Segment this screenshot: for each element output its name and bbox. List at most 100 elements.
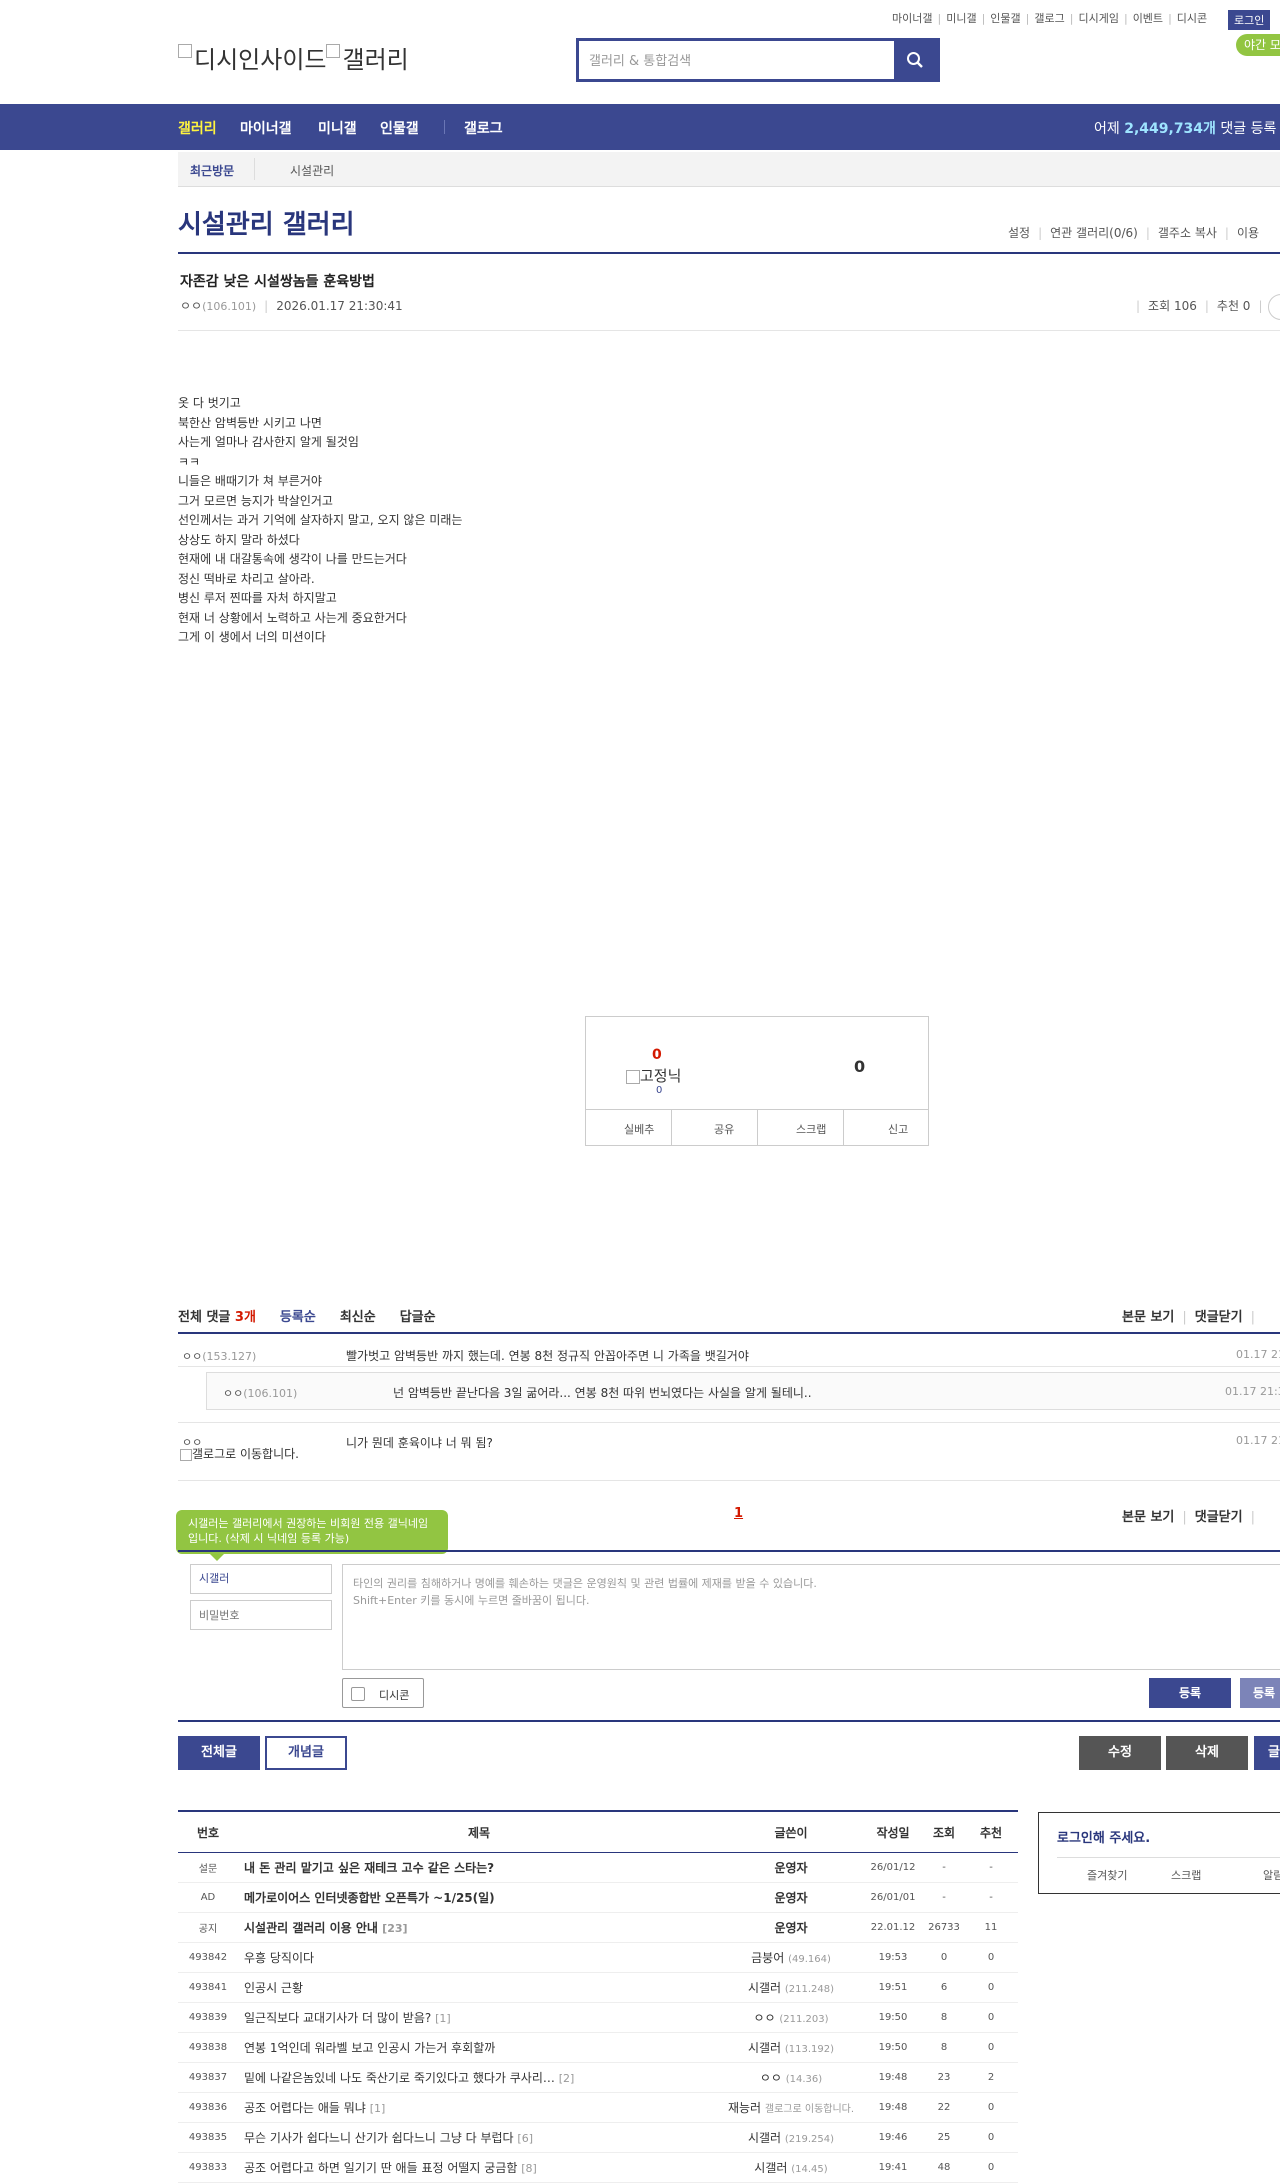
login-button[interactable]: 로그인 [1228, 10, 1271, 30]
comment-author[interactable]: ㅇㅇ(106.101) [223, 1385, 297, 1401]
row-writer[interactable]: 금붕어 (49.164) [720, 1942, 862, 1973]
nav-person[interactable]: 인물갤 [380, 118, 419, 138]
row-writer[interactable]: 재능러 갤로그로 이동합니다. [720, 2092, 862, 2123]
top-link-person[interactable]: 인물갤 [990, 12, 1020, 25]
dccon-icon [351, 1687, 365, 1701]
login-prompt[interactable]: 로그인해 주세요. [1057, 1827, 1150, 1846]
top-link-event[interactable]: 이벤트 [1133, 12, 1163, 25]
row-title[interactable]: 시설관리 갤러리 이용 안내 [23] [238, 1912, 720, 1943]
night-mode-toggle[interactable]: 야간 모 [1236, 34, 1280, 56]
writer-ip: (113.192) [784, 2044, 835, 2055]
upvote-count[interactable]: 0 [652, 1047, 662, 1063]
write-button[interactable]: 글 [1254, 1736, 1280, 1770]
favorites-link[interactable]: 즐겨찾기 [1087, 1867, 1127, 1883]
reply-count: [8] [521, 2162, 537, 2175]
row-writer[interactable]: ㅇㅇ (211.203) [720, 2002, 862, 2033]
row-title[interactable]: 밑에 나같은놈있네 나도 죽산기로 죽기있다고 했다가 쿠사리… [2] [238, 2062, 720, 2093]
related-gallery[interactable]: 연관 갤러리(0/6) [1050, 226, 1138, 240]
row-views: 6 [924, 1972, 964, 2003]
row-recommend: 0 [964, 2002, 1018, 2033]
row-writer[interactable]: 시갤러 (219.254) [720, 2122, 862, 2153]
recent-gallery-link[interactable]: 시설관리 [290, 162, 334, 179]
nav-gallog[interactable]: 갤로그 [464, 118, 503, 138]
nav-minor[interactable]: 마이너갤 [240, 118, 292, 138]
edit-button[interactable]: 수정 [1079, 1736, 1161, 1770]
top-link-gallog[interactable]: 갤로그 [1034, 12, 1064, 25]
row-writer[interactable]: 운영자 [720, 1912, 862, 1943]
site-logo[interactable]: 디시인사이드 갤러리 [178, 40, 409, 75]
comment-controls-bottom: 본문 보기 | 댓글닫기 | [1122, 1510, 1255, 1525]
table-row[interactable]: 493839 일근직보다 교대기사가 더 많이 받음? [1] ㅇㅇ (211.20… [178, 2002, 1018, 2033]
view-body-link[interactable]: 본문 보기 [1122, 1510, 1174, 1525]
row-title[interactable]: 메가로이어스 인터넷종합반 오픈특가 ~1/25(일) [238, 1882, 720, 1913]
row-title[interactable]: 일근직보다 교대기사가 더 많이 받음? [1] [238, 2002, 720, 2033]
table-row[interactable]: 493833 공조 어렵다고 하면 일기기 딴 애들 표정 어떨지 궁금함 [8]… [178, 2152, 1018, 2183]
table-row[interactable]: 493838 연봉 1억인데 워라벨 보고 인공시 가는거 후회할까 시갤러 (1… [178, 2032, 1018, 2063]
table-row[interactable]: AD 메가로이어스 인터넷종합반 오픈특가 ~1/25(일) 운영자 26/01/… [178, 1882, 1018, 1913]
view-body-link[interactable]: 본문 보기 [1122, 1310, 1174, 1325]
scrap-button[interactable]: 스크랩 [796, 1121, 826, 1137]
delete-button[interactable]: 삭제 [1166, 1736, 1248, 1770]
table-row[interactable]: 설문 내 돈 관리 맡기고 싶은 재테크 고수 같은 스타는? 운영자 26/01… [178, 1852, 1018, 1883]
share-button[interactable]: 공유 [714, 1121, 734, 1137]
sort-latest[interactable]: 최신순 [340, 1310, 376, 1325]
row-title[interactable]: 공조 어렵다는 애들 뭐냐 [1] [238, 2092, 720, 2123]
post-author[interactable]: ㅇㅇ [180, 299, 202, 313]
row-writer[interactable]: ㅇㅇ (14.36) [720, 2062, 862, 2093]
nickname-field[interactable]: 시갤러 [190, 1564, 332, 1594]
comment-textarea[interactable]: 타인의 권리를 침해하거나 명예를 훼손하는 댓글은 운영원칙 및 관련 법률에… [342, 1564, 1280, 1670]
table-row[interactable]: 493841 인공시 근황 시갤러 (211.248) 19:51 6 0 [178, 1972, 1018, 2003]
row-title[interactable]: 우흥 당직이다 [238, 1942, 720, 1973]
comment-submit-button[interactable]: 등록 [1149, 1678, 1231, 1708]
downvote-count[interactable]: 0 [854, 1057, 865, 1076]
table-row[interactable]: 493835 무슨 기사가 쉽다느니 산기가 쉽다느니 그냥 다 부럽다 [6] 시… [178, 2122, 1018, 2153]
row-views: 23 [924, 2062, 964, 2093]
recent-label[interactable]: 최근방문 [190, 162, 234, 179]
table-row[interactable]: 공지 시설관리 갤러리 이용 안내 [23] 운영자 22.01.12 26733 11 [178, 1912, 1018, 1943]
divider [178, 1366, 1280, 1367]
nav-gallery[interactable]: 갤러리 [178, 118, 217, 138]
concept-posts-button[interactable]: 개념글 [265, 1736, 347, 1770]
gallery-title[interactable]: 시설관리 갤러리 [178, 204, 355, 241]
copy-address[interactable]: 갤주소 복사 [1158, 226, 1217, 240]
row-writer[interactable]: 시갤러 (211.248) [720, 1972, 862, 2003]
table-row[interactable]: 493836 공조 어렵다는 애들 뭐냐 [1] 재능러 갤로그로 이동합니다. 19… [178, 2092, 1018, 2123]
row-title[interactable]: 무슨 기사가 쉽다느니 산기가 쉽다느니 그냥 다 부럽다 [6] [238, 2122, 720, 2153]
row-title[interactable]: 인공시 근황 [238, 1972, 720, 2003]
row-writer[interactable]: 시갤러 (113.192) [720, 2032, 862, 2063]
comment-author[interactable]: ㅇㅇ(153.127) [182, 1348, 256, 1364]
table-row[interactable]: 493837 밑에 나같은놈있네 나도 죽산기로 죽기있다고 했다가 쿠사리… [… [178, 2062, 1018, 2093]
sort-replies[interactable]: 답글순 [400, 1310, 436, 1325]
top-link-game[interactable]: 디시게임 [1078, 12, 1118, 25]
row-writer[interactable]: 운영자 [720, 1852, 862, 1883]
gallery-settings[interactable]: 설정 [1008, 226, 1030, 240]
row-writer[interactable]: 운영자 [720, 1882, 862, 1913]
notification-link[interactable]: 알림 [1263, 1867, 1280, 1883]
comment-page-1[interactable]: 1 [734, 1506, 743, 1521]
top-link-mini[interactable]: 미니갤 [946, 12, 976, 25]
sort-registered[interactable]: 등록순 [280, 1310, 316, 1325]
table-row[interactable]: 493842 우흥 당직이다 금붕어 (49.164) 19:53 0 0 [178, 1942, 1018, 1973]
row-writer[interactable]: 시갤러 (14.45) [720, 2152, 862, 2183]
top-link-minor[interactable]: 마이너갤 [892, 12, 932, 25]
row-title[interactable]: 내 돈 관리 맡기고 싶은 재테크 고수 같은 스타는? [238, 1852, 720, 1883]
comment-submit-recommend-button[interactable]: 등록 [1240, 1678, 1280, 1708]
row-title[interactable]: 공조 어렵다고 하면 일기기 딴 애들 표정 어떨지 궁금함 [8] [238, 2152, 720, 2183]
best-recommend-button[interactable]: 실베추 [624, 1121, 654, 1137]
scrap-link[interactable]: 스크랩 [1171, 1867, 1201, 1883]
dccon-button[interactable]: 디시콘 [342, 1678, 424, 1708]
all-posts-button[interactable]: 전체글 [178, 1736, 260, 1770]
row-number: 493833 [178, 2152, 238, 2183]
gallog-link[interactable]: 갤로그로 이동합니다. [180, 1448, 310, 1461]
search-button[interactable] [894, 41, 937, 79]
search-input[interactable] [587, 48, 891, 74]
password-field[interactable] [190, 1600, 332, 1630]
report-button[interactable]: 신고 [888, 1121, 908, 1137]
close-comments-link[interactable]: 댓글닫기 [1195, 1510, 1243, 1525]
close-comments-link[interactable]: 댓글닫기 [1195, 1310, 1243, 1325]
reply-count: [23] [382, 1922, 408, 1935]
row-title[interactable]: 연봉 1억인데 워라벨 보고 인공시 가는거 후회할까 [238, 2032, 720, 2063]
nav-mini[interactable]: 미니갤 [318, 118, 357, 138]
gallery-usage[interactable]: 이용 [1237, 226, 1259, 240]
top-link-dccon[interactable]: 디시콘 [1177, 12, 1207, 25]
